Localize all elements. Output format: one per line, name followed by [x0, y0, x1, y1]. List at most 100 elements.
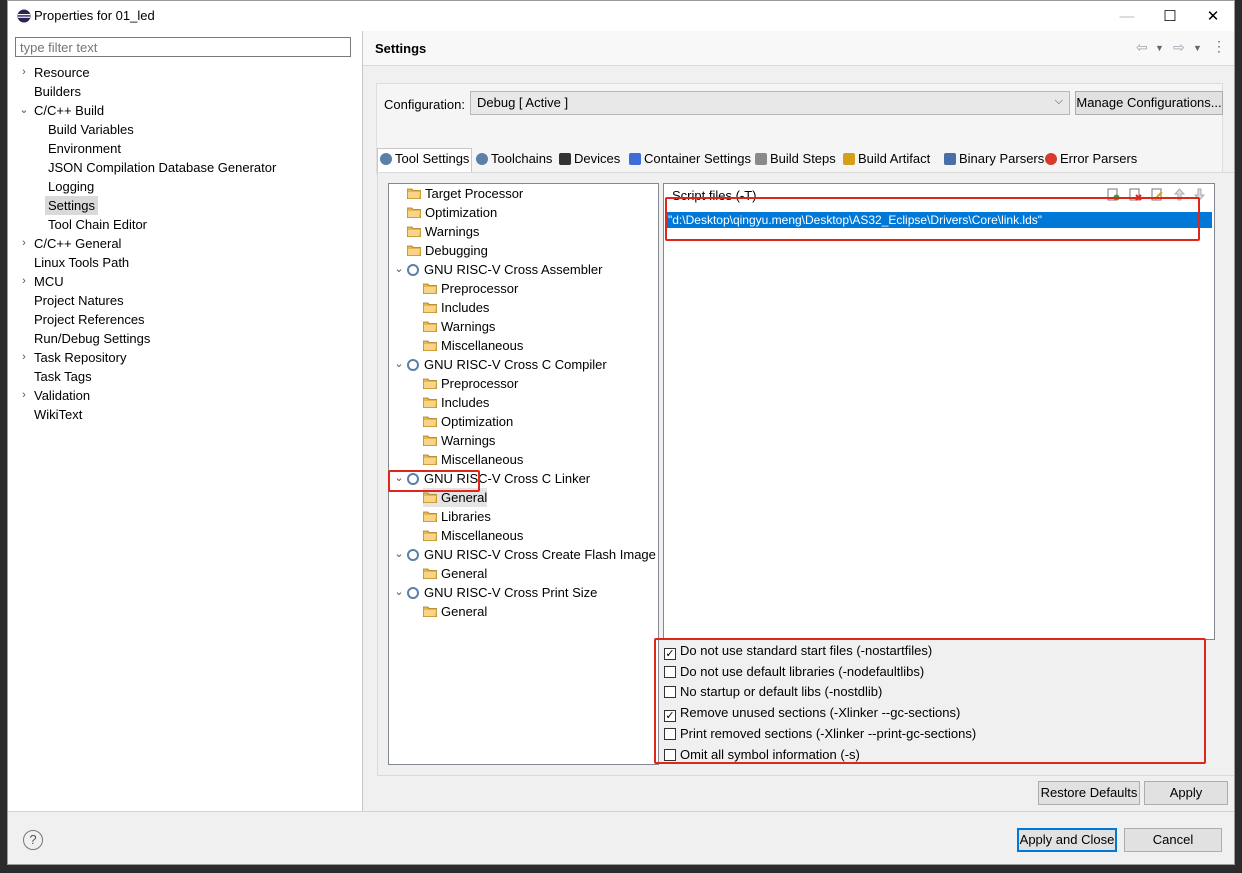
- move-up-icon[interactable]: [1173, 188, 1186, 201]
- checked-checkbox[interactable]: ✓: [664, 648, 676, 660]
- back-arrow-icon[interactable]: ⇦: [1136, 39, 1148, 56]
- tab-build-steps[interactable]: Build Steps: [753, 149, 838, 171]
- close-button[interactable]: ✕: [1191, 1, 1234, 31]
- option-row[interactable]: Print removed sections (-Xlinker --print…: [664, 724, 976, 744]
- checkbox[interactable]: [664, 748, 676, 761]
- tab-devices[interactable]: Devices: [557, 149, 622, 171]
- nav-item[interactable]: Logging: [48, 177, 94, 196]
- checked-checkbox[interactable]: ✓: [664, 710, 676, 723]
- nav-item[interactable]: Environment: [48, 139, 121, 158]
- tool-tree-label: Warnings: [441, 319, 496, 334]
- back-menu-chevron-icon[interactable]: ▼: [1155, 43, 1164, 53]
- nav-item[interactable]: Project References: [34, 310, 145, 329]
- tool-tree-item[interactable]: Target Processor: [406, 184, 523, 203]
- tool-tree-item[interactable]: General: [422, 564, 487, 583]
- option-row[interactable]: ✓ Do not use standard start files (-nosta…: [664, 641, 932, 661]
- tool-tree-item[interactable]: Includes: [422, 298, 489, 317]
- tool-tree-item[interactable]: Preprocessor: [422, 279, 518, 298]
- tool-tree-node[interactable]: GNU RISC-V Cross Print Size: [407, 583, 597, 602]
- tool-tree-item[interactable]: Debugging: [406, 241, 488, 260]
- tool-tree-item[interactable]: Miscellaneous: [422, 526, 523, 545]
- minimize-button[interactable]: —: [1105, 1, 1149, 31]
- settings-header: Settings ⇦ ▼ ⇨ ▼ ⋮: [363, 31, 1234, 66]
- script-file-entry[interactable]: "d:\Desktop\qingyu.meng\Desktop\AS32_Ecl…: [666, 212, 1212, 228]
- tool-tree-node[interactable]: GNU RISC-V Cross C Linker: [407, 469, 590, 488]
- expand-chevron-icon[interactable]: ›: [18, 348, 30, 367]
- tool-tree-item[interactable]: Optimization: [422, 412, 513, 431]
- option-row[interactable]: Omit all symbol information (-s): [664, 745, 860, 765]
- help-icon[interactable]: ?: [23, 830, 43, 850]
- checkbox[interactable]: [664, 727, 676, 740]
- tab-binary-parsers[interactable]: Binary Parsers: [942, 149, 1046, 171]
- configuration-select[interactable]: Debug [ Active ] ⌵: [470, 91, 1070, 115]
- forward-arrow-icon[interactable]: ⇨: [1173, 39, 1185, 56]
- collapse-chevron-icon[interactable]: ⌄: [393, 545, 405, 564]
- checkbox[interactable]: [664, 665, 676, 678]
- cancel-button[interactable]: Cancel: [1124, 828, 1222, 852]
- tool-tree-node[interactable]: GNU RISC-V Cross Create Flash Image: [407, 545, 656, 564]
- delete-file-icon[interactable]: [1129, 188, 1142, 201]
- move-down-icon[interactable]: [1193, 188, 1206, 201]
- expand-chevron-icon[interactable]: ›: [18, 63, 30, 82]
- nav-item[interactable]: Run/Debug Settings: [34, 329, 150, 348]
- collapse-chevron-icon[interactable]: ⌄: [393, 355, 405, 374]
- apply-and-close-button[interactable]: Apply and Close: [1017, 828, 1117, 852]
- nav-item[interactable]: JSON Compilation Database Generator: [48, 158, 276, 177]
- tab-container-settings[interactable]: Container Settings: [627, 149, 753, 171]
- option-row[interactable]: Do not use default libraries (-nodefault…: [664, 662, 924, 682]
- nav-item[interactable]: Resource: [34, 63, 90, 82]
- tool-tree-item[interactable]: Warnings: [422, 317, 496, 336]
- collapse-chevron-icon[interactable]: ⌄: [393, 583, 405, 602]
- nav-item[interactable]: WikiText: [34, 405, 82, 424]
- manage-configurations-button[interactable]: Manage Configurations...: [1075, 91, 1223, 115]
- expand-chevron-icon[interactable]: ›: [18, 234, 30, 253]
- nav-item[interactable]: Settings: [45, 196, 98, 215]
- checkbox[interactable]: [664, 686, 676, 699]
- tool-tree-item[interactable]: Libraries: [422, 507, 491, 526]
- script-files-list: Script files (-T) "d:\Desktop\qingyu.men…: [663, 183, 1215, 640]
- nav-item[interactable]: Linux Tools Path: [34, 253, 129, 272]
- view-menu-icon[interactable]: ⋮: [1212, 38, 1226, 55]
- tool-tree-item[interactable]: Miscellaneous: [422, 450, 523, 469]
- tool-tree-item[interactable]: General: [422, 602, 487, 621]
- nav-item[interactable]: C/C++ General: [34, 234, 121, 253]
- nav-item[interactable]: Validation: [34, 386, 90, 405]
- tab-toolchains[interactable]: Toolchains: [474, 149, 554, 171]
- tool-tree-item[interactable]: Preprocessor: [422, 374, 518, 393]
- tool-tree-item[interactable]: Includes: [422, 393, 489, 412]
- filter-input[interactable]: [15, 37, 351, 57]
- tab-error-parsers[interactable]: Error Parsers: [1043, 149, 1139, 171]
- nav-item[interactable]: Task Repository: [34, 348, 126, 367]
- tab-build-artifact[interactable]: Build Artifact: [841, 149, 932, 171]
- tool-tree-item[interactable]: General: [422, 488, 488, 507]
- nav-item[interactable]: Task Tags: [34, 367, 92, 386]
- nav-item[interactable]: Tool Chain Editor: [48, 215, 147, 234]
- apply-button[interactable]: Apply: [1144, 781, 1228, 805]
- tool-tree-node[interactable]: GNU RISC-V Cross C Compiler: [407, 355, 607, 374]
- gear-icon: [407, 359, 419, 371]
- maximize-button[interactable]: ☐: [1148, 1, 1192, 31]
- expand-chevron-icon[interactable]: ⌄: [18, 101, 30, 120]
- forward-menu-chevron-icon[interactable]: ▼: [1193, 43, 1202, 53]
- nav-item[interactable]: Project Natures: [34, 291, 124, 310]
- tab-tool-settings[interactable]: Tool Settings: [377, 148, 473, 173]
- tool-tree-node[interactable]: GNU RISC-V Cross Assembler: [407, 260, 602, 279]
- nav-item[interactable]: Builders: [34, 82, 81, 101]
- expand-chevron-icon[interactable]: ›: [18, 386, 30, 405]
- option-row[interactable]: No startup or default libs (-nostdlib): [664, 682, 882, 702]
- nav-item[interactable]: C/C++ Build: [34, 101, 104, 120]
- nav-item[interactable]: Build Variables: [48, 120, 134, 139]
- folder-icon: [422, 318, 438, 333]
- edit-file-icon[interactable]: [1151, 188, 1164, 201]
- nav-item[interactable]: MCU: [34, 272, 64, 291]
- tool-tree-item[interactable]: Warnings: [406, 222, 479, 241]
- option-row[interactable]: ✓ Remove unused sections (-Xlinker --gc-s…: [664, 703, 960, 723]
- restore-defaults-button[interactable]: Restore Defaults: [1038, 781, 1140, 805]
- tool-tree-item[interactable]: Optimization: [406, 203, 497, 222]
- tool-tree-item[interactable]: Miscellaneous: [422, 336, 523, 355]
- expand-chevron-icon[interactable]: ›: [18, 272, 30, 291]
- add-file-icon[interactable]: [1107, 188, 1120, 201]
- collapse-chevron-icon[interactable]: ⌄: [393, 260, 405, 279]
- collapse-chevron-icon[interactable]: ⌄: [393, 469, 405, 488]
- tool-tree-item[interactable]: Warnings: [422, 431, 495, 450]
